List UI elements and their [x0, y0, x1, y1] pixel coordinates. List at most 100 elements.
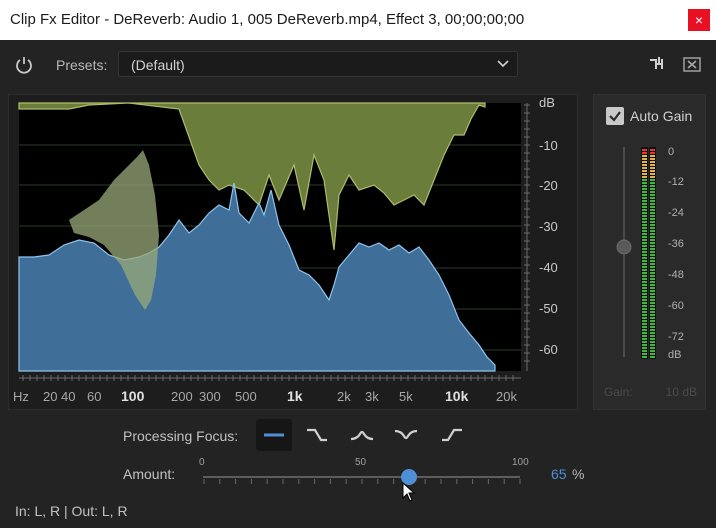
- meter-segment: [642, 233, 647, 235]
- meter-segment: [642, 317, 647, 319]
- preset-value: (Default): [131, 57, 185, 73]
- meter-segment: [650, 218, 655, 220]
- meter-segment: [650, 161, 655, 163]
- meter-segment: [650, 212, 655, 214]
- meter-segment: [642, 164, 647, 166]
- amount-tick-0: 0: [199, 457, 205, 468]
- meter-segment: [650, 350, 655, 352]
- meter-segment: [642, 311, 647, 313]
- hz-label-1: 20: [43, 389, 57, 404]
- meter-segment: [650, 197, 655, 199]
- meter-segment: [650, 335, 655, 337]
- meter-segment: [642, 329, 647, 331]
- hz-label-9: 2k: [337, 389, 351, 404]
- power-icon[interactable]: [14, 55, 34, 75]
- meter-segment: [642, 173, 647, 175]
- meter-segment: [642, 209, 647, 211]
- meter-segment: [650, 185, 655, 187]
- meter-segment: [650, 284, 655, 286]
- meter-segment: [650, 194, 655, 196]
- meter-segment: [642, 257, 647, 259]
- focus-high-boost-icon: [442, 428, 462, 442]
- meter-segment: [642, 308, 647, 310]
- meter-segment: [650, 224, 655, 226]
- channel-status: In: L, R | Out: L, R: [15, 503, 128, 519]
- meter-segment: [642, 149, 647, 151]
- meter-segment: [650, 215, 655, 217]
- meter-segment: [642, 323, 647, 325]
- meter-segment: [650, 299, 655, 301]
- meter-segment: [650, 164, 655, 166]
- meter-segment: [642, 179, 647, 181]
- meter-segment: [650, 317, 655, 319]
- presets-dropdown[interactable]: (Default): [118, 51, 518, 77]
- meter-segment: [650, 272, 655, 274]
- meter-segment: [650, 269, 655, 271]
- meter-scale-1: -12: [668, 176, 684, 188]
- meter-segment: [650, 209, 655, 211]
- meter-segment: [642, 194, 647, 196]
- meter-segment: [650, 230, 655, 232]
- meter-segment: [642, 212, 647, 214]
- meter-segment: [650, 182, 655, 184]
- meter-segment: [642, 254, 647, 256]
- meter-segment: [642, 281, 647, 283]
- focus-high-boost-button[interactable]: [434, 419, 470, 451]
- meter-segment: [642, 155, 647, 157]
- close-box-icon[interactable]: [682, 55, 702, 73]
- meter-segment: [650, 311, 655, 313]
- meter-segment: [642, 272, 647, 274]
- hz-label-5: 200: [171, 389, 193, 404]
- amount-slider-ticks: [203, 479, 521, 484]
- meter-segment: [642, 347, 647, 349]
- hz-label-11: 5k: [399, 389, 413, 404]
- meter-segment: [642, 356, 647, 358]
- amount-value[interactable]: 65: [551, 466, 567, 482]
- gain-value: 10 dB: [665, 385, 697, 399]
- meter-segment: [650, 323, 655, 325]
- meter-segment: [650, 278, 655, 280]
- spectrum-display: dB -10 -20 -30 -40 -50 -60 Hz 20 40 60 100 200 300 500…: [8, 94, 578, 410]
- focus-mid-button[interactable]: [344, 419, 380, 451]
- meter-segment: [650, 344, 655, 346]
- meter-segment: [642, 299, 647, 301]
- focus-flat-icon: [264, 433, 284, 437]
- meter-segment: [650, 233, 655, 235]
- gain-slider-thumb[interactable]: [616, 239, 632, 255]
- meter-segment: [642, 170, 647, 172]
- hz-label-2: 40: [61, 389, 75, 404]
- presets-label: Presets:: [56, 57, 108, 73]
- meter-segment: [642, 326, 647, 328]
- meter-segment: [650, 173, 655, 175]
- auto-gain-panel: Auto Gain 0 -12 -24 -36 -48 -60 -72 dB Gain: 10…: [593, 94, 706, 410]
- focus-flat-button[interactable]: [256, 419, 292, 451]
- hz-label-3: 60: [87, 389, 101, 404]
- meter-segment: [642, 191, 647, 193]
- focus-mid-icon: [350, 430, 374, 441]
- meter-segment: [650, 293, 655, 295]
- meter-segment: [650, 281, 655, 283]
- meter-segment: [650, 305, 655, 307]
- processing-focus-label: Processing Focus:: [123, 428, 239, 444]
- meter-segment: [650, 254, 655, 256]
- meter-segment: [642, 239, 647, 241]
- meter-segment: [650, 290, 655, 292]
- route-icon[interactable]: [648, 55, 668, 73]
- meter-segment: [650, 242, 655, 244]
- meter-segment: [650, 188, 655, 190]
- meter-segment: [642, 167, 647, 169]
- meter-segment: [650, 308, 655, 310]
- meter-segment: [642, 293, 647, 295]
- close-button[interactable]: ×: [688, 9, 710, 31]
- meter-segment: [642, 215, 647, 217]
- gain-label: Gain:: [604, 385, 633, 399]
- meter-segment: [650, 332, 655, 334]
- meter-segment: [642, 341, 647, 343]
- meter-segment: [642, 314, 647, 316]
- focus-mid-cut-button[interactable]: [388, 419, 424, 451]
- meter-scale-5: -60: [668, 300, 684, 312]
- focus-high-cut-button[interactable]: [299, 419, 335, 451]
- meter-segment: [642, 350, 647, 352]
- meter-segment: [650, 266, 655, 268]
- meter-scale-7: dB: [668, 349, 681, 361]
